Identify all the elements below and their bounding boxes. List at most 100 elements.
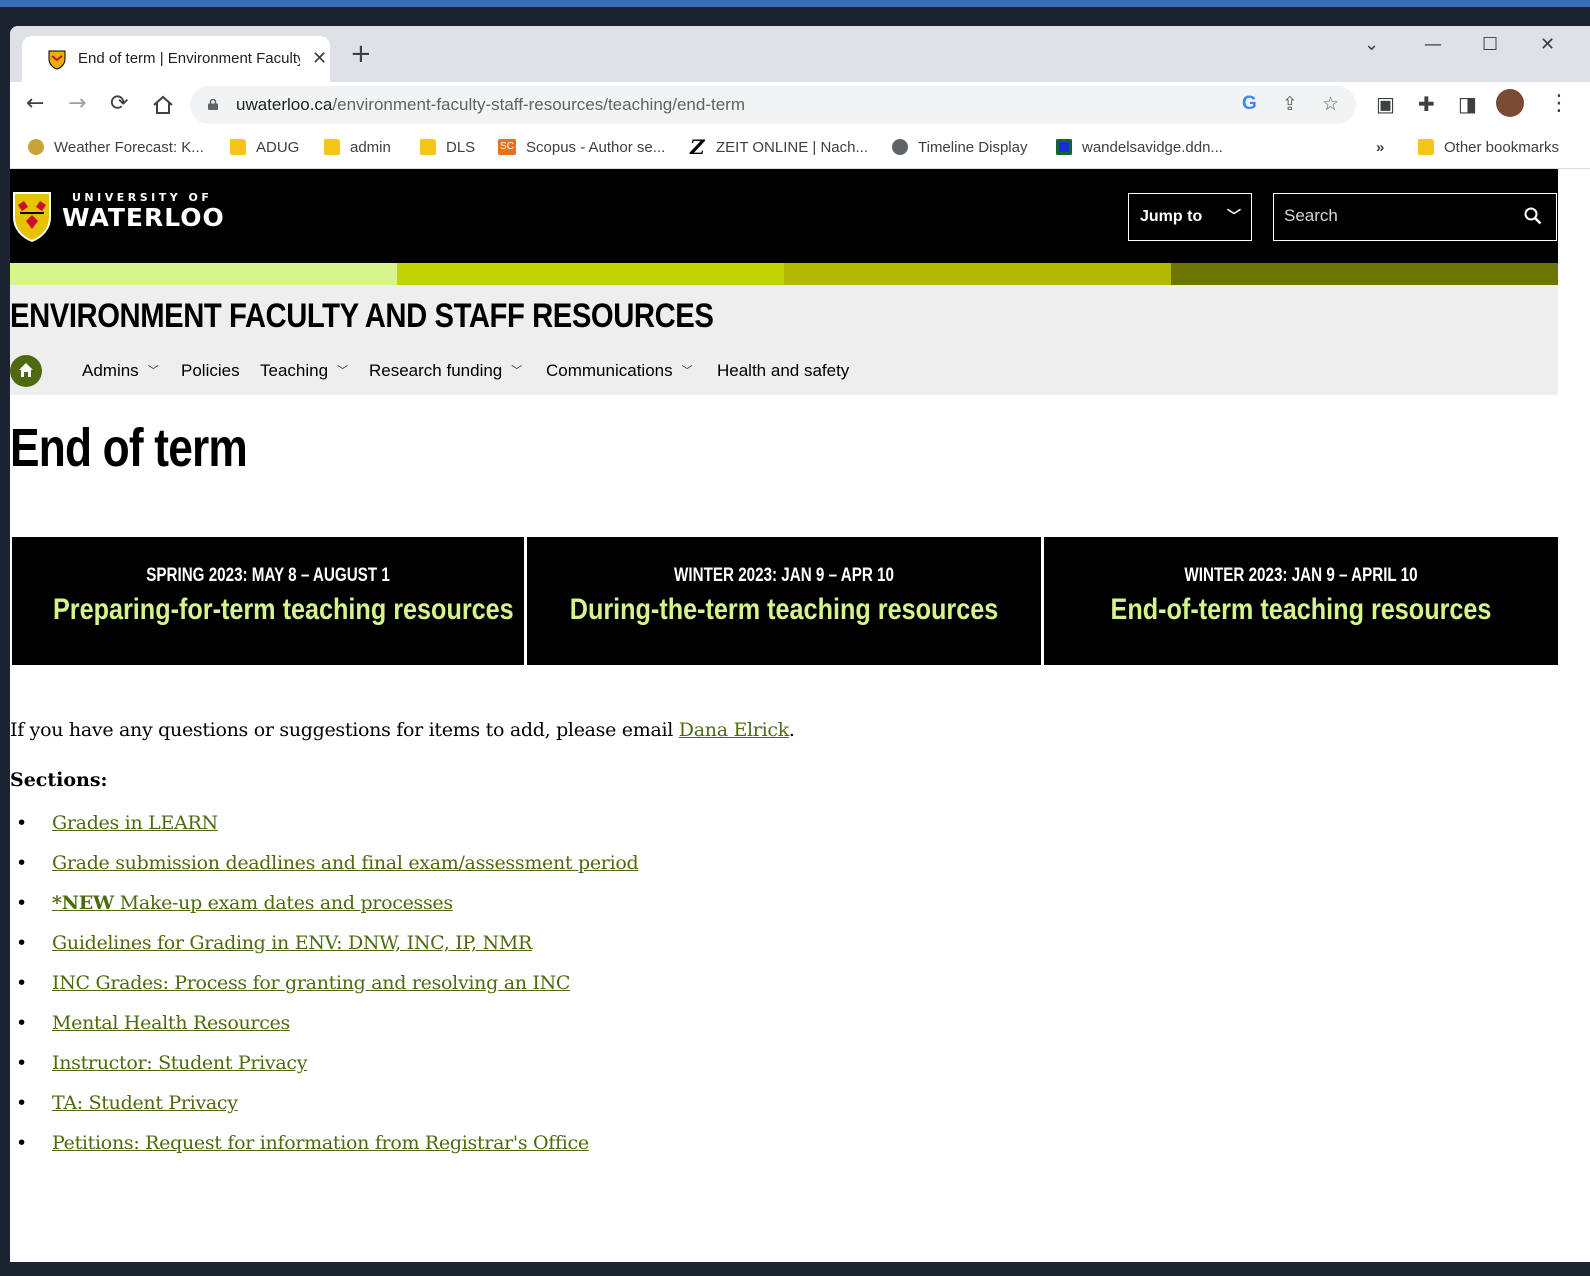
extensions-puzzle-icon[interactable]: ✚ — [1418, 91, 1435, 117]
nav-policies[interactable]: Policies — [181, 361, 240, 381]
email-link[interactable]: Dana Elrick — [679, 719, 789, 741]
bullet: • — [16, 1132, 27, 1154]
other-bookmarks[interactable]: Other bookmarks — [1418, 135, 1559, 159]
tab-title: End of term | Environment Faculty and St… — [78, 50, 300, 67]
site-icon — [1056, 139, 1072, 155]
card-link[interactable]: End-of-term teaching resources — [1085, 593, 1517, 627]
bookmark-item[interactable]: wandelsavidge.ddn... — [1056, 135, 1223, 159]
bookmark-item[interactable]: ADUG — [230, 135, 299, 159]
url-text: uwaterloo.ca/environment-faculty-staff-r… — [236, 95, 745, 115]
url-path: /environment-faculty-staff-resources/tea… — [332, 95, 745, 114]
chevron-down-icon: ﹀ — [681, 365, 693, 377]
chevron-down-icon: ﹀ — [337, 365, 349, 377]
intro-text: If you have any questions or suggestions… — [10, 719, 679, 741]
card-date: WINTER 2023: JAN 9 – APRIL 10 — [1184, 565, 1418, 586]
back-icon[interactable]: ← — [26, 91, 44, 117]
nav-communications[interactable]: Communications ﹀ — [546, 361, 693, 381]
uw-shield-icon[interactable] — [12, 191, 52, 243]
term-card-spring[interactable]: SPRING 2023: MAY 8 – AUGUST 1 Preparing-… — [12, 537, 524, 665]
uw-crest-icon — [48, 50, 66, 70]
close-window-icon[interactable]: ✕ — [1540, 34, 1555, 55]
reload-icon[interactable]: ⟳ — [110, 91, 128, 117]
folder-icon — [1418, 139, 1434, 155]
chevron-down-icon: ﹀ — [511, 365, 523, 377]
bookmarks-overflow-button[interactable]: » — [1376, 135, 1384, 159]
nav-admins[interactable]: Admins ﹀ — [82, 361, 159, 381]
jump-to-dropdown[interactable]: Jump to ﹀ — [1128, 193, 1252, 241]
house-icon — [19, 363, 33, 377]
color-stripe-4 — [1171, 263, 1558, 285]
faculty-title[interactable]: ENVIRONMENT FACULTY AND STAFF RESOURCES — [10, 297, 714, 336]
section-link[interactable]: Grades in LEARN — [52, 812, 218, 834]
bookmark-label: ADUG — [256, 138, 300, 156]
section-link[interactable]: Petitions: Request for information from … — [52, 1132, 589, 1154]
section-link[interactable]: Mental Health Resources — [52, 1012, 290, 1034]
section-link[interactable]: TA: Student Privacy — [52, 1092, 238, 1114]
color-stripe-1 — [10, 263, 397, 285]
section-link[interactable]: *NEW Make-up exam dates and processes — [52, 892, 453, 914]
nav-research-funding[interactable]: Research funding ﹀ — [369, 361, 522, 381]
bookmark-label: Weather Forecast: K... — [54, 138, 204, 156]
nav-label: Communications — [546, 361, 673, 380]
menu-kebab-icon[interactable]: ⋮ — [1548, 91, 1570, 117]
tab-search-icon[interactable]: ⌄ — [1364, 34, 1379, 55]
google-icon[interactable]: G — [1242, 93, 1257, 115]
nav-teaching[interactable]: Teaching ﹀ — [260, 361, 348, 381]
extension-icon[interactable]: ▣ — [1376, 91, 1395, 117]
folder-icon — [230, 139, 246, 155]
search-input[interactable] — [1274, 194, 1514, 238]
minimize-icon[interactable]: — — [1424, 34, 1442, 55]
card-link[interactable]: During-the-term teaching resources — [568, 593, 1000, 627]
bookmark-item[interactable]: Weather Forecast: K... — [28, 135, 204, 159]
bookmark-item[interactable]: SC Scopus - Author se... — [498, 135, 665, 159]
nav-health-and-safety[interactable]: Health and safety — [717, 361, 849, 381]
tab-strip: End of term | Environment Faculty and St… — [10, 26, 1590, 82]
color-stripe-2 — [397, 263, 784, 285]
bookmark-star-icon[interactable]: ☆ — [1322, 93, 1339, 115]
side-panel-icon[interactable]: ◨ — [1458, 91, 1477, 117]
bookmark-item[interactable]: Timeline Display — [892, 135, 1027, 159]
forward-icon[interactable]: → — [68, 91, 86, 117]
browser-tab[interactable]: End of term | Environment Faculty and St… — [22, 36, 330, 82]
folder-icon — [324, 139, 340, 155]
nav-label: Teaching — [260, 361, 329, 380]
maximize-icon[interactable]: ☐ — [1482, 34, 1498, 55]
new-tab-button[interactable]: + — [350, 41, 372, 67]
chevron-down-icon: ﹀ — [147, 365, 159, 377]
section-link[interactable]: INC Grades: Process for granting and res… — [52, 972, 570, 994]
jump-to-label: Jump to — [1140, 208, 1203, 225]
bookmark-item[interactable]: Z ZEIT ONLINE | Nach... — [690, 135, 868, 159]
profile-avatar[interactable] — [1496, 89, 1524, 117]
bullet: • — [16, 812, 27, 834]
share-icon[interactable]: ⇪ — [1282, 93, 1298, 115]
globe-icon — [892, 139, 908, 155]
term-card-end[interactable]: WINTER 2023: JAN 9 – APRIL 10 End-of-ter… — [1044, 537, 1558, 665]
overflow-chevron-icon: » — [1376, 138, 1385, 156]
card-link[interactable]: Preparing-for-term teaching resources — [53, 593, 514, 627]
home-icon[interactable] — [152, 94, 174, 116]
folder-icon — [420, 139, 436, 155]
bookmark-item[interactable]: DLS — [420, 135, 475, 159]
address-bar[interactable]: uwaterloo.ca/environment-faculty-staff-r… — [190, 86, 1356, 124]
scopus-icon: SC — [498, 139, 516, 155]
card-date: WINTER 2023: JAN 9 – APR 10 — [674, 565, 894, 586]
close-tab-icon[interactable]: ✕ — [312, 48, 327, 69]
nav-label: Health and safety — [717, 361, 850, 380]
section-link[interactable]: Grade submission deadlines and final exa… — [52, 852, 639, 874]
bullet: • — [16, 852, 27, 874]
section-link-text: Make-up exam dates and processes — [113, 892, 453, 914]
term-card-during[interactable]: WINTER 2023: JAN 9 – APR 10 During-the-t… — [527, 537, 1041, 665]
bullet: • — [16, 932, 27, 954]
search-icon[interactable] — [1524, 207, 1542, 225]
bookmark-label: Timeline Display — [918, 138, 1028, 156]
home-button[interactable] — [10, 355, 42, 387]
bookmark-item[interactable]: admin — [324, 135, 391, 159]
bookmark-label: admin — [350, 138, 391, 156]
section-link[interactable]: Guidelines for Grading in ENV: DNW, INC,… — [52, 932, 532, 954]
bookmark-label: Other bookmarks — [1444, 138, 1560, 156]
bookmark-label: ZEIT ONLINE | Nach... — [716, 138, 868, 156]
faculty-banner: ENVIRONMENT FACULTY AND STAFF RESOURCES … — [10, 285, 1558, 395]
logo-waterloo[interactable]: WATERLOO — [62, 203, 225, 232]
new-badge: *NEW — [52, 892, 114, 914]
section-link[interactable]: Instructor: Student Privacy — [52, 1052, 307, 1074]
